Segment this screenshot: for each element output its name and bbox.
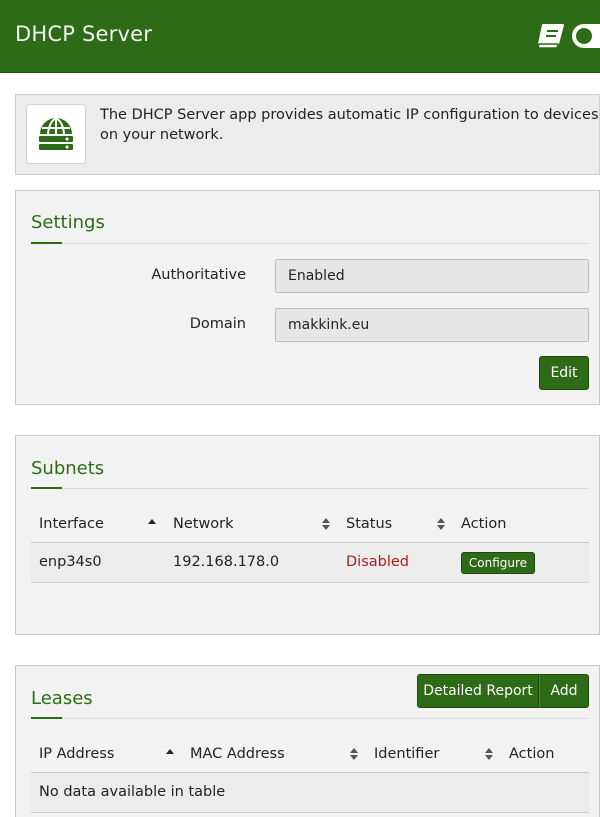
page-title: DHCP Server: [15, 22, 153, 46]
subnets-divider: [31, 487, 589, 489]
settings-panel: Settings Authoritative Enabled Domain ma…: [15, 190, 600, 405]
network-server-icon: [26, 104, 86, 164]
column-header-status[interactable]: Status: [346, 504, 392, 544]
subnet-interface: enp34s0: [39, 554, 102, 570]
column-header-network[interactable]: Network: [173, 504, 234, 544]
settings-divider: [31, 242, 589, 244]
domain-label: Domain: [189, 316, 246, 332]
book-icon[interactable]: [536, 22, 568, 50]
edit-button[interactable]: Edit: [539, 356, 589, 390]
sort-both-icon[interactable]: [436, 516, 446, 532]
subnets-table-header: Interface Network Status Action: [31, 504, 589, 544]
authoritative-label: Authoritative: [151, 267, 246, 283]
app-intro: The DHCP Server app provides automatic I…: [15, 94, 600, 175]
subnet-status: Disabled: [346, 554, 409, 570]
column-header-action: Action: [509, 746, 555, 762]
leases-button-group: Detailed Report Add: [417, 674, 589, 708]
column-header-interface[interactable]: Interface: [39, 504, 104, 544]
table-row: enp34s0 192.168.178.0 Disabled Configure: [31, 543, 589, 583]
authoritative-field: Enabled: [275, 259, 589, 293]
subnet-network: 192.168.178.0: [173, 554, 280, 570]
settings-title: Settings: [31, 212, 105, 233]
subnets-panel: Subnets Interface Network Status Action …: [15, 435, 600, 635]
leases-title: Leases: [31, 688, 93, 709]
sort-both-icon[interactable]: [484, 746, 494, 762]
empty-table-message: No data available in table: [39, 784, 226, 800]
app-header: DHCP Server: [0, 0, 600, 73]
table-row: No data available in table: [31, 773, 589, 813]
configure-button[interactable]: Configure: [461, 552, 535, 574]
column-header-action: Action: [461, 516, 507, 532]
column-header-mac-address[interactable]: MAC Address: [190, 734, 285, 774]
subnets-title: Subnets: [31, 458, 105, 479]
sort-both-icon[interactable]: [349, 746, 359, 762]
sort-both-icon[interactable]: [321, 516, 331, 532]
domain-field: makkink.eu: [275, 308, 589, 342]
detailed-report-button[interactable]: Detailed Report: [417, 674, 539, 708]
column-header-identifier[interactable]: Identifier: [374, 734, 439, 774]
leases-table-header: IP Address MAC Address Identifier Action: [31, 734, 589, 774]
sort-ascending-icon[interactable]: [147, 516, 157, 532]
sort-ascending-icon[interactable]: [165, 746, 175, 762]
app-description: The DHCP Server app provides automatic I…: [100, 107, 599, 143]
column-header-ip-address[interactable]: IP Address: [39, 734, 114, 774]
leases-panel: Leases Detailed Report Add IP Address MA…: [15, 665, 600, 817]
toggle-switch-icon[interactable]: [572, 24, 600, 48]
leases-divider: [31, 717, 589, 719]
toggle-knob: [576, 28, 592, 44]
add-lease-button[interactable]: Add: [539, 674, 589, 708]
